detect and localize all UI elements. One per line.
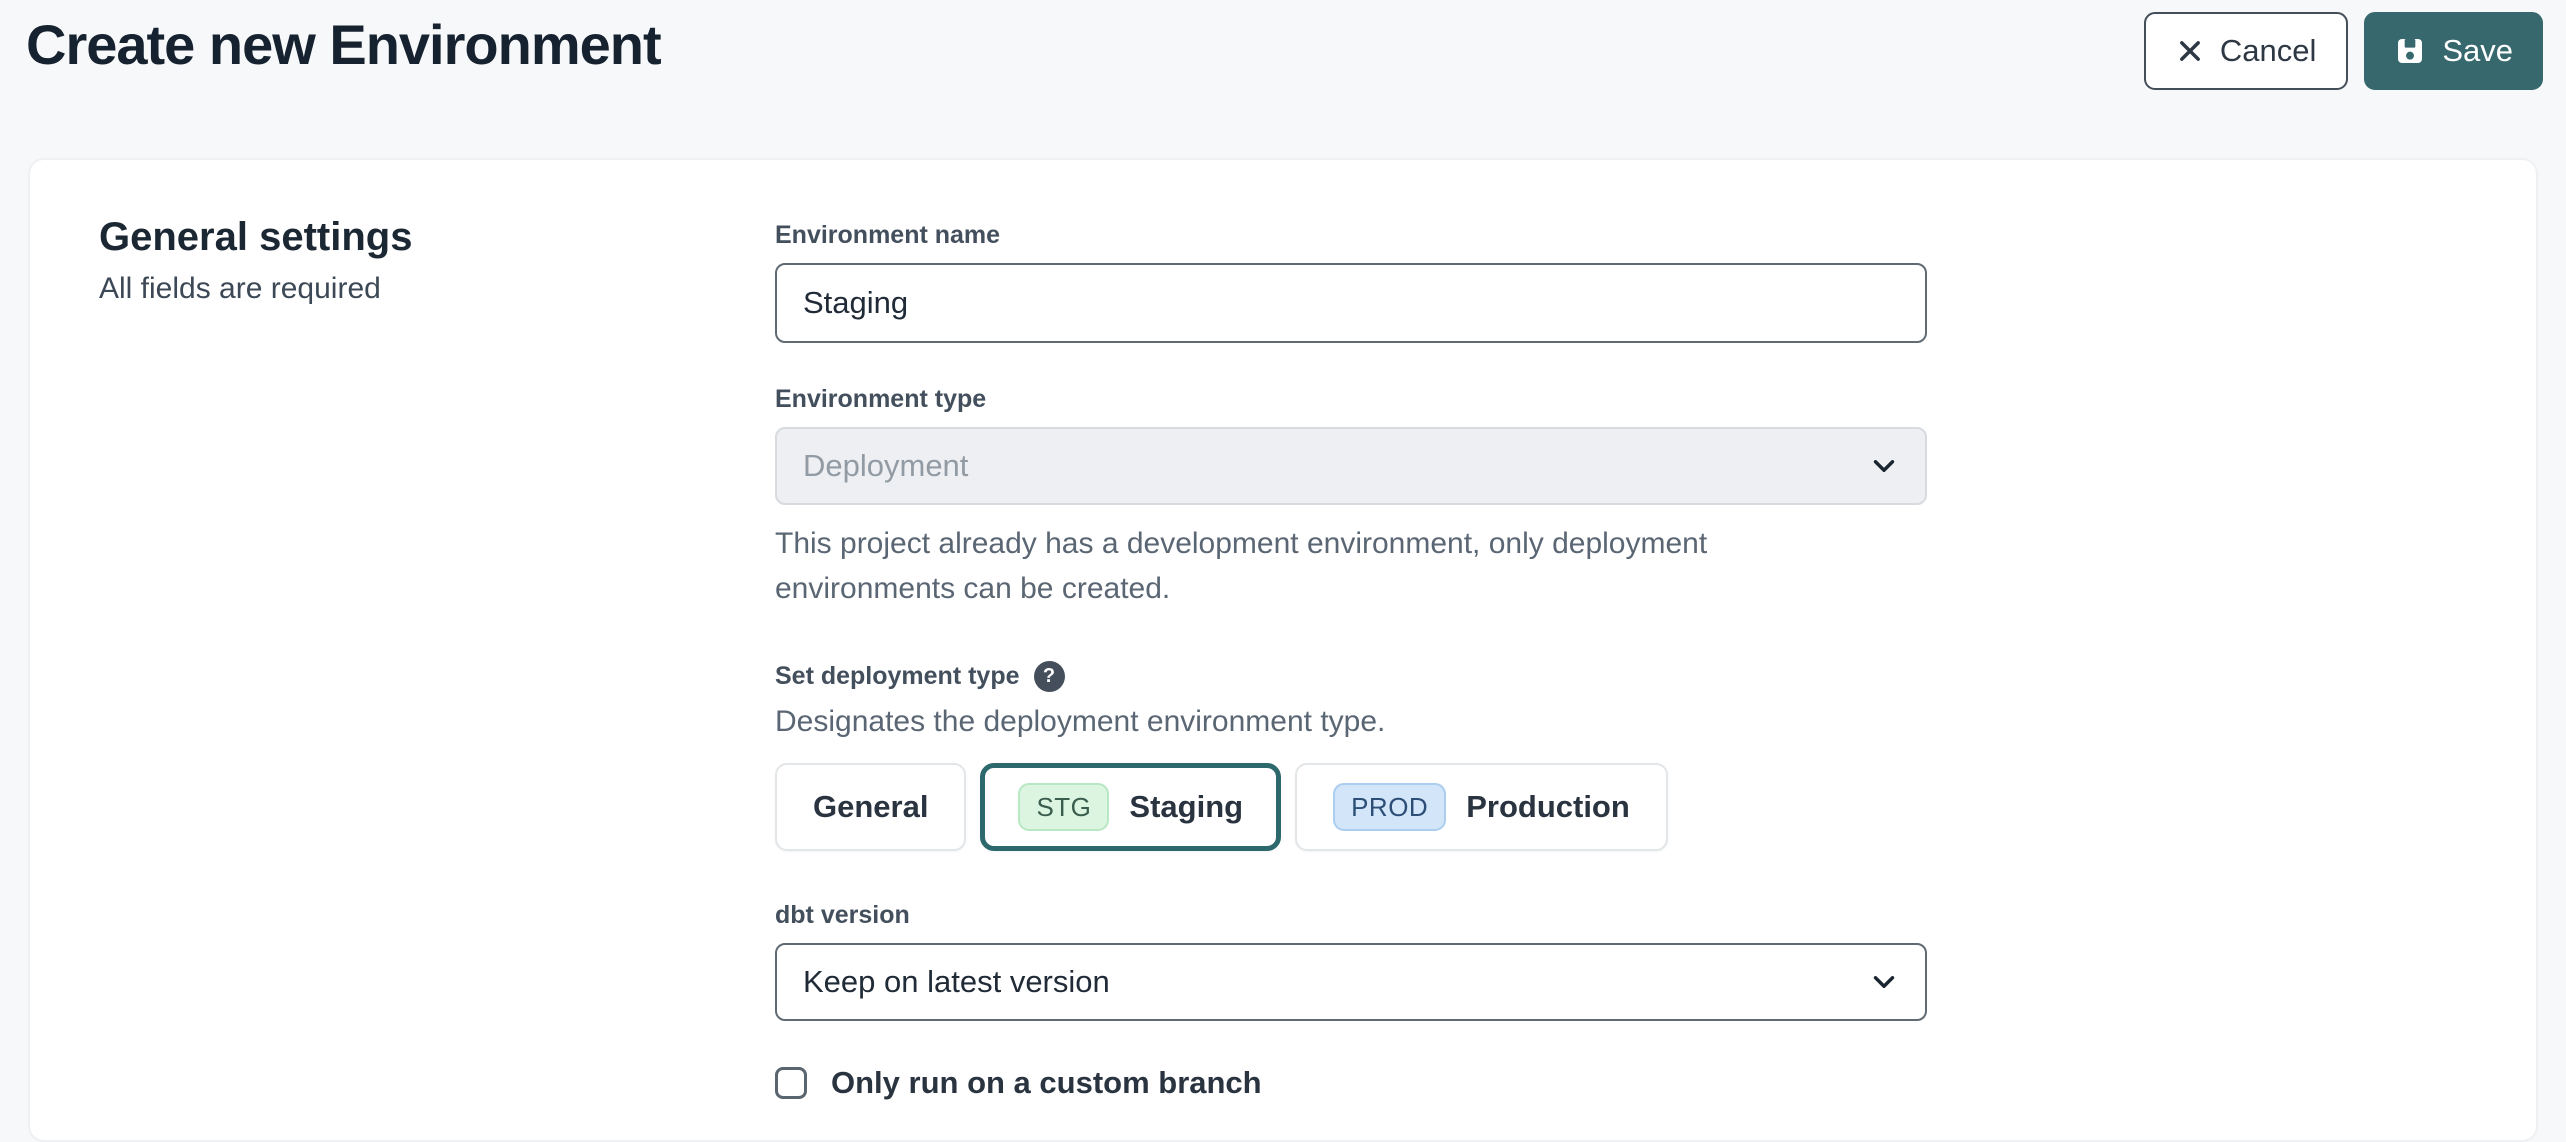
section-subheading: All fields are required	[99, 272, 775, 306]
environment-type-label: Environment type	[775, 385, 1927, 414]
cancel-button-label: Cancel	[2220, 33, 2317, 69]
prod-badge: PROD	[1333, 783, 1446, 831]
custom-branch-row: Only run on a custom branch	[775, 1065, 1927, 1101]
dbt-version-value: Keep on latest version	[803, 964, 1110, 1000]
stg-badge: STG	[1018, 783, 1109, 831]
section-heading: General settings	[99, 215, 775, 260]
settings-form: Environment name Environment type Deploy…	[775, 215, 1927, 1101]
custom-branch-label: Only run on a custom branch	[831, 1065, 1262, 1101]
question-mark-icon[interactable]: ?	[1034, 661, 1065, 692]
chevron-down-icon	[1867, 965, 1901, 999]
deployment-option-staging-label: Staging	[1129, 789, 1243, 825]
deployment-option-production[interactable]: PROD Production	[1295, 763, 1668, 851]
floppy-disk-icon	[2394, 35, 2426, 67]
save-button-label: Save	[2442, 33, 2513, 69]
deployment-type-label-row: Set deployment type ?	[775, 661, 1927, 692]
page-header: Create new Environment Cancel Save	[0, 0, 2566, 158]
deployment-option-staging[interactable]: STG Staging	[980, 763, 1281, 851]
environment-name-label: Environment name	[775, 221, 1927, 250]
general-settings-card: General settings All fields are required…	[28, 158, 2538, 1142]
deployment-type-label: Set deployment type	[775, 662, 1020, 691]
dbt-version-select[interactable]: Keep on latest version	[775, 943, 1927, 1021]
header-actions: Cancel Save	[2144, 12, 2543, 90]
deployment-option-general[interactable]: General	[775, 763, 966, 851]
environment-type-value: Deployment	[803, 448, 968, 484]
deployment-type-options: General STG Staging PROD Production	[775, 763, 1927, 851]
environment-type-select[interactable]: Deployment	[775, 427, 1927, 505]
chevron-down-icon	[1867, 449, 1901, 483]
dbt-version-label: dbt version	[775, 901, 1927, 930]
deployment-option-production-label: Production	[1466, 789, 1630, 825]
section-intro: General settings All fields are required	[99, 215, 775, 1101]
deployment-type-description: Designates the deployment environment ty…	[775, 705, 1927, 739]
environment-type-helper: This project already has a development e…	[775, 521, 1885, 611]
deployment-option-general-label: General	[813, 789, 928, 825]
x-icon	[2176, 37, 2204, 65]
save-button[interactable]: Save	[2364, 12, 2543, 90]
environment-name-input[interactable]	[775, 263, 1927, 343]
cancel-button[interactable]: Cancel	[2144, 12, 2349, 90]
custom-branch-checkbox[interactable]	[775, 1067, 807, 1099]
